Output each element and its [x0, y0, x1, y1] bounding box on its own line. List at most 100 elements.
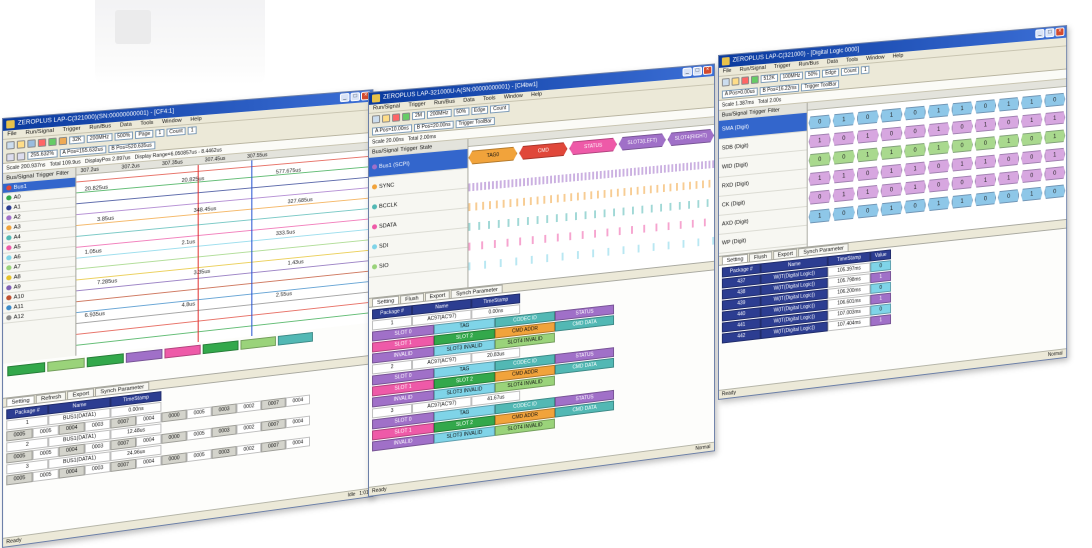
menu-data[interactable]: Data: [120, 122, 132, 129]
bus-value-cell[interactable]: 1: [975, 118, 996, 133]
bus-value-cell[interactable]: 0: [928, 178, 950, 193]
bus-segment[interactable]: [86, 353, 124, 368]
minimize-icon[interactable]: _: [1035, 28, 1045, 39]
menu-trigger[interactable]: Trigger: [63, 126, 81, 133]
bus-value-cell[interactable]: 0: [1021, 168, 1042, 183]
menu-tools[interactable]: Tools: [483, 95, 496, 102]
menu-run-signal[interactable]: Run/Signal: [373, 103, 400, 111]
clock-select[interactable]: 100MHz: [779, 71, 804, 82]
bus-value-cell[interactable]: 0: [809, 190, 831, 205]
stop-icon[interactable]: [750, 75, 759, 85]
bus-value-cell[interactable]: 1: [998, 171, 1019, 186]
zoom-select[interactable]: 50%: [453, 107, 470, 117]
decoded-bus-segment[interactable]: SLOT4(RIGHT): [668, 129, 714, 147]
decoded-bus-segment[interactable]: CMD: [519, 142, 567, 160]
stop-icon[interactable]: [48, 137, 57, 147]
bus-value-cell[interactable]: 1: [1021, 95, 1042, 110]
bus-value-cell[interactable]: 1: [809, 171, 831, 186]
menu-window[interactable]: Window: [866, 54, 884, 62]
bus-value-cell[interactable]: 0: [975, 191, 996, 206]
bus-value-cell[interactable]: 1: [998, 97, 1019, 112]
menu-file[interactable]: File: [723, 68, 732, 75]
bus-value-cell[interactable]: 1: [833, 187, 855, 202]
bus-value-cell[interactable]: 0: [951, 175, 973, 190]
bus-value-cell[interactable]: 1: [833, 168, 855, 183]
clock-select[interactable]: 200MHz: [426, 108, 452, 119]
run-icon[interactable]: [741, 76, 750, 85]
menu-tools[interactable]: Tools: [846, 57, 858, 64]
decoded-bus-segment[interactable]: STATUS: [569, 137, 617, 155]
bus-value-cell[interactable]: 0: [998, 152, 1019, 167]
waveform-area[interactable]: 0101011011010100101011001101001011101101…: [807, 79, 1067, 247]
memory-select[interactable]: 2M: [412, 111, 425, 121]
menu-help[interactable]: Help: [893, 53, 904, 60]
bus-value-cell[interactable]: 0: [928, 159, 950, 174]
scale-select[interactable]: 255.632%: [27, 149, 58, 160]
cursor-a[interactable]: [197, 164, 199, 343]
bus-value-cell[interactable]: 0: [1044, 166, 1065, 181]
bus-value-cell[interactable]: 1: [880, 108, 902, 123]
bus-value-cell[interactable]: 0: [857, 166, 879, 181]
bus-value-cell[interactable]: 1: [1044, 148, 1065, 163]
bus-value-cell[interactable]: 0: [1044, 93, 1065, 108]
bus-segment[interactable]: [240, 336, 276, 350]
bus-value-cell[interactable]: 0: [880, 182, 902, 197]
bus-value-cell[interactable]: 1: [951, 157, 973, 172]
bus-segment[interactable]: [164, 344, 201, 359]
bus-value-cell[interactable]: 1: [857, 147, 879, 162]
save-icon[interactable]: [27, 139, 36, 148]
maximize-icon[interactable]: □: [1045, 28, 1055, 38]
bus-value-cell[interactable]: 1: [880, 145, 902, 160]
decoded-bus-segment[interactable]: SLOT3(LEFT): [619, 133, 666, 151]
new-file-icon[interactable]: [372, 114, 381, 124]
new-file-icon[interactable]: [721, 77, 730, 87]
bus-value-cell[interactable]: 0: [833, 150, 855, 165]
minimize-icon[interactable]: _: [339, 92, 350, 103]
new-file-icon[interactable]: [6, 140, 15, 150]
bus-value-cell[interactable]: 1: [809, 208, 831, 223]
bus-value-cell[interactable]: 1: [880, 201, 902, 216]
bus-value-cell[interactable]: 0: [975, 99, 996, 114]
bus-value-cell[interactable]: 1: [928, 122, 950, 137]
menu-run-signal[interactable]: Run/Signal: [740, 65, 766, 73]
zoom-out-icon[interactable]: [16, 152, 26, 161]
zoom-select[interactable]: 500%: [114, 131, 134, 141]
bus-segment[interactable]: [277, 332, 313, 346]
menu-file[interactable]: File: [7, 131, 16, 138]
zoom-in-icon[interactable]: [6, 152, 15, 162]
bus-value-cell[interactable]: 0: [857, 204, 879, 219]
stop-icon[interactable]: [402, 112, 411, 122]
menu-window[interactable]: Window: [162, 118, 182, 125]
bus-segment[interactable]: [125, 348, 163, 363]
menu-run-signal[interactable]: Run/Signal: [26, 128, 54, 136]
run-icon[interactable]: [392, 113, 401, 122]
bus-value-cell[interactable]: 0: [998, 115, 1019, 130]
menu-run-bus[interactable]: Run/Bus: [89, 123, 111, 131]
open-folder-icon[interactable]: [382, 114, 391, 123]
menu-tools[interactable]: Tools: [140, 120, 153, 127]
trigger-icon[interactable]: [58, 136, 68, 146]
open-folder-icon[interactable]: [16, 140, 26, 149]
bus-value-cell[interactable]: 1: [998, 134, 1019, 149]
bus-value-cell[interactable]: 0: [975, 136, 996, 151]
bus-value-cell[interactable]: 0: [880, 127, 902, 142]
menu-run-bus[interactable]: Run/Bus: [799, 60, 819, 68]
bus-value-cell[interactable]: 0: [833, 131, 855, 146]
bus-value-cell[interactable]: 1: [833, 112, 855, 127]
bus-value-cell[interactable]: 1: [857, 129, 879, 144]
menu-help[interactable]: Help: [190, 116, 201, 123]
bus-value-cell[interactable]: 1: [928, 196, 950, 211]
waveform-area[interactable]: 307.2us 307.2us 307.35us 307.45us 307.55us 2…: [76, 142, 373, 356]
bus-value-cell[interactable]: 1: [857, 185, 879, 200]
bus-value-cell[interactable]: 0: [857, 110, 879, 125]
bus-segment[interactable]: [202, 340, 239, 355]
close-icon[interactable]: ×: [702, 65, 713, 76]
menu-window[interactable]: Window: [504, 93, 523, 100]
run-icon[interactable]: [37, 138, 47, 148]
bus-segment[interactable]: [47, 357, 85, 372]
bus-value-cell[interactable]: 1: [928, 141, 950, 156]
bus-value-cell[interactable]: 0: [904, 106, 926, 121]
bus-value-cell[interactable]: 1: [951, 194, 973, 209]
menu-run-bus[interactable]: Run/Bus: [434, 99, 455, 107]
bus-value-cell[interactable]: 1: [975, 173, 996, 188]
